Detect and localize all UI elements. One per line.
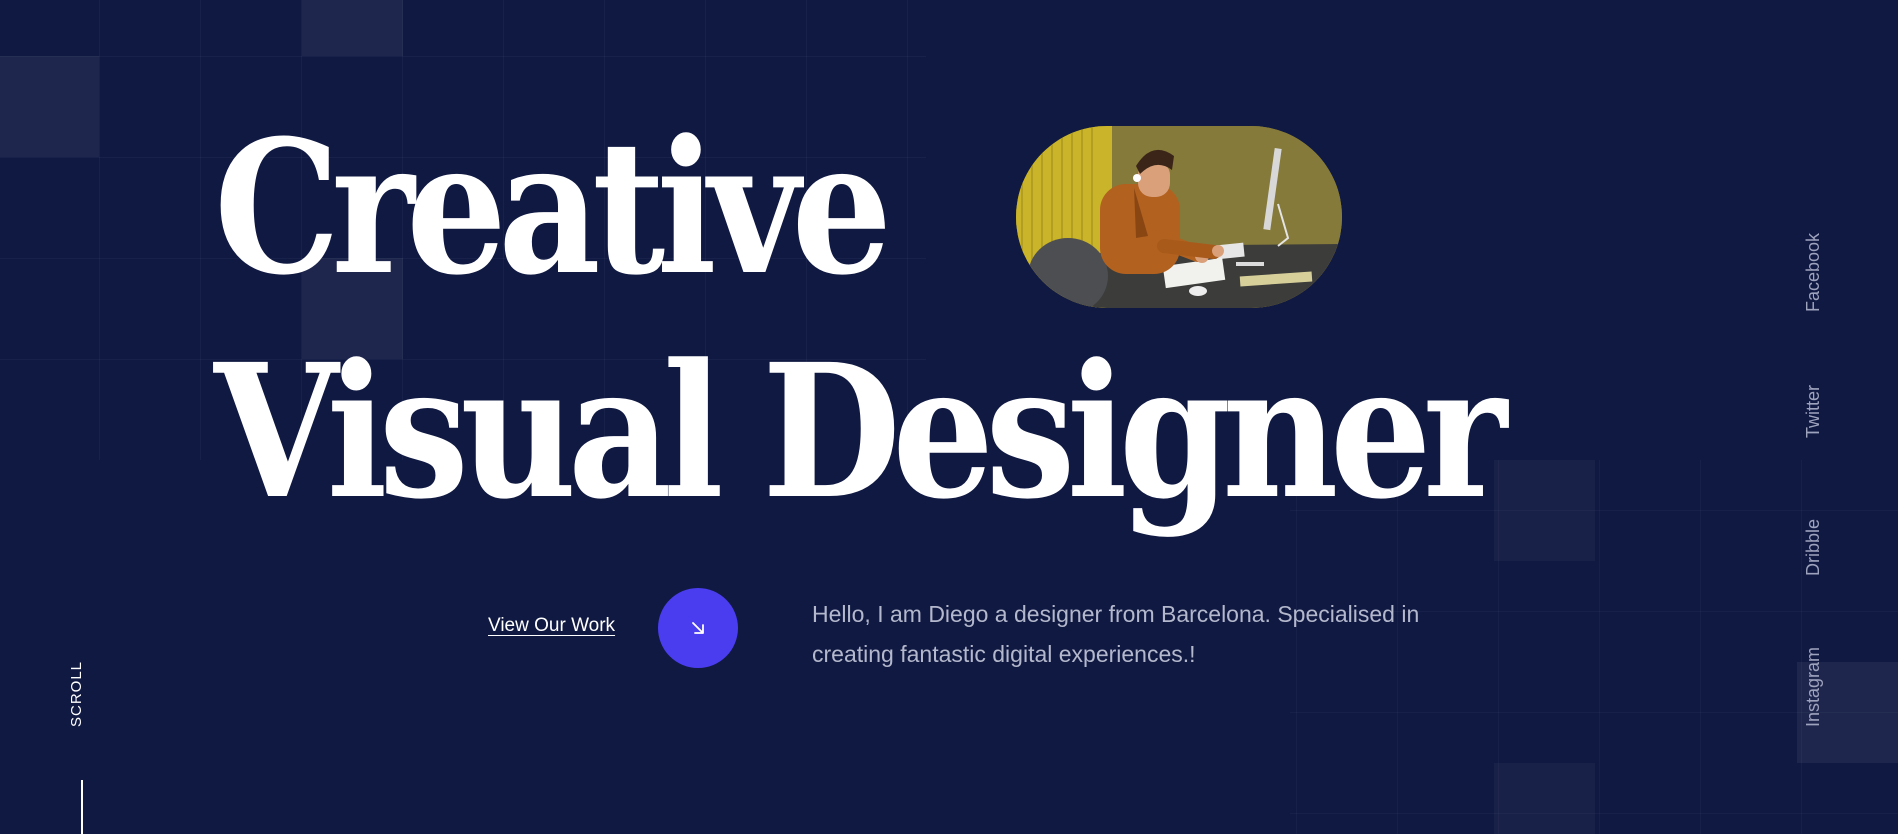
grid-tile	[1494, 460, 1595, 561]
headline-line-1: Creative	[214, 100, 892, 316]
grid-tile	[302, 0, 403, 56]
arrow-down-right-icon	[692, 622, 704, 634]
grid-tile	[0, 56, 99, 157]
social-link-twitter[interactable]: Twitter	[1803, 385, 1824, 438]
intro-text: Hello, I am Diego a designer from Barcel…	[812, 601, 1420, 667]
grid-tile	[1494, 763, 1595, 834]
scroll-indicator-line	[81, 780, 83, 834]
view-work-arrow-button[interactable]	[658, 588, 738, 668]
social-link-dribble[interactable]: Dribble	[1803, 519, 1824, 576]
hero-page: Creative Visual Designer View Our Work H…	[0, 0, 1898, 834]
scroll-indicator-label: SCROLL	[68, 660, 85, 727]
view-our-work-link[interactable]: View Our Work	[488, 615, 615, 637]
social-link-instagram[interactable]: Instagram	[1803, 647, 1824, 727]
social-link-facebook[interactable]: Facebook	[1803, 233, 1824, 312]
designer-photo	[1016, 126, 1342, 308]
headline-line-2: Visual Designer	[214, 324, 1507, 540]
